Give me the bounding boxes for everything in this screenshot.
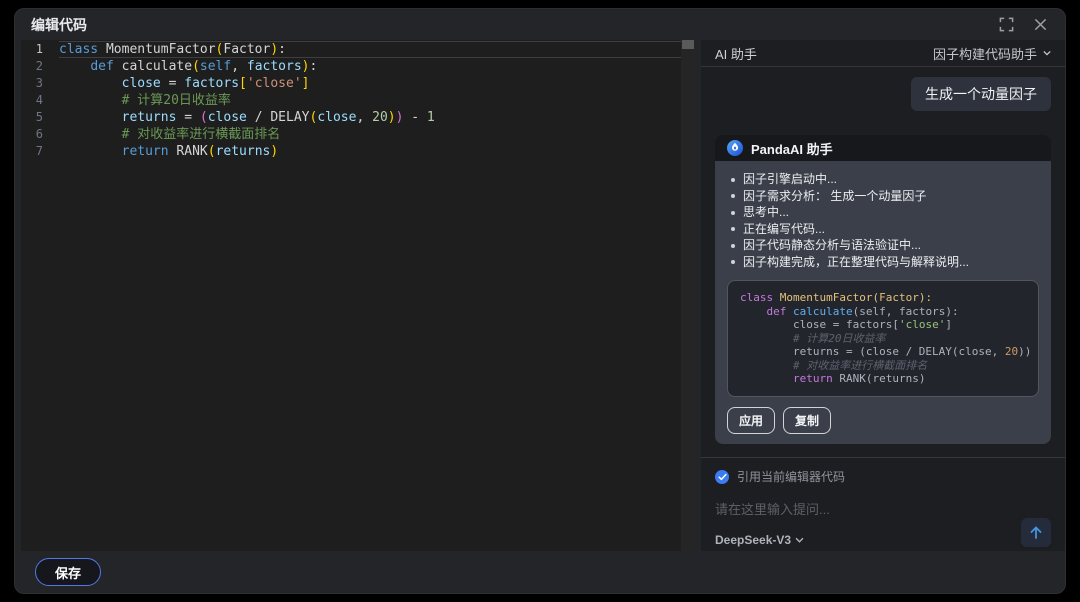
prompt-input[interactable]: 请在这里输入提问... (715, 499, 1051, 518)
assistant-message-card: PandaAI 助手 因子引擎启动中...因子需求分析： 生成一个动量因子思考中… (715, 135, 1051, 444)
reference-code-toggle[interactable]: 引用当前编辑器代码 (715, 468, 1051, 485)
minimap[interactable] (631, 42, 679, 67)
code-line[interactable]: 3 close = factors['close'] (21, 75, 681, 92)
ai-assistant-panel: AI 助手 因子构建代码助手 生成一个动量因子 (701, 40, 1065, 551)
save-button[interactable]: 保存 (35, 558, 101, 586)
copy-button[interactable]: 复制 (783, 407, 831, 434)
code-editor[interactable]: 1class MomentumFactor(Factor):2 def calc… (21, 40, 695, 551)
code-line[interactable]: 5 returns = (close / DELAY(close, 20)) -… (21, 109, 681, 126)
progress-step: 因子构建完成，正在整理代码与解释说明... (727, 254, 1039, 271)
checkbox-checked-icon[interactable] (715, 470, 729, 484)
arrow-up-icon (1029, 525, 1043, 540)
chat-history[interactable]: 生成一个动量因子 (701, 67, 1065, 457)
dialog-footer: 保存 (15, 551, 1065, 593)
edit-code-dialog: 编辑代码 1class MomentumFactor(Factor):2 def… (14, 8, 1066, 594)
generated-code-block: class MomentumFactor(Factor): def calcul… (727, 280, 1039, 397)
dialog-titlebar: 编辑代码 (15, 9, 1065, 40)
prompt-input-area: 引用当前编辑器代码 请在这里输入提问... DeepSeek-V3 (701, 457, 1065, 557)
dialog-title: 编辑代码 (31, 15, 87, 35)
editor-code-lines[interactable]: 1class MomentumFactor(Factor):2 def calc… (21, 40, 681, 551)
panel-title: AI 助手 (715, 44, 757, 63)
code-line[interactable]: 1class MomentumFactor(Factor): (21, 41, 681, 58)
progress-steps: 因子引擎启动中...因子需求分析： 生成一个动量因子思考中...正在编写代码..… (727, 171, 1039, 270)
scrollbar-thumb[interactable] (682, 40, 694, 49)
editor-scrollbar[interactable] (681, 40, 695, 551)
pandaai-logo-icon (727, 140, 743, 156)
assistant-panel-header: AI 助手 因子构建代码助手 (701, 40, 1065, 67)
assistant-name: PandaAI 助手 (751, 139, 833, 158)
assistant-card-body: 因子引擎启动中...因子需求分析： 生成一个动量因子思考中...正在编写代码..… (715, 161, 1051, 444)
progress-step: 因子代码静态分析与语法验证中... (727, 237, 1039, 254)
code-line[interactable]: 2 def calculate(self, factors): (21, 58, 681, 75)
progress-step: 思考中... (727, 204, 1039, 221)
progress-step: 因子引擎启动中... (727, 171, 1039, 188)
code-line[interactable]: 6 # 对收益率进行横截面排名 (21, 126, 681, 143)
model-selector[interactable]: DeepSeek-V3 (715, 533, 804, 547)
model-name: DeepSeek-V3 (715, 533, 791, 547)
send-button[interactable] (1021, 518, 1051, 547)
assistant-card-header: PandaAI 助手 (715, 135, 1051, 161)
reference-code-label: 引用当前编辑器代码 (737, 468, 845, 485)
chevron-down-icon (1043, 50, 1051, 56)
assistant-mode-dropdown[interactable]: 因子构建代码助手 (933, 44, 1051, 63)
close-icon[interactable] (1031, 16, 1049, 34)
user-message-bubble: 生成一个动量因子 (911, 77, 1051, 111)
progress-step: 正在编写代码... (727, 221, 1039, 238)
code-line[interactable]: 4 # 计算20日收益率 (21, 92, 681, 109)
code-line[interactable]: 7 return RANK(returns) (21, 143, 681, 160)
fullscreen-icon[interactable] (997, 16, 1015, 34)
chevron-down-icon (795, 537, 804, 543)
apply-button[interactable]: 应用 (727, 407, 775, 434)
progress-step: 因子需求分析： 生成一个动量因子 (727, 188, 1039, 205)
assistant-mode-label: 因子构建代码助手 (933, 44, 1037, 63)
